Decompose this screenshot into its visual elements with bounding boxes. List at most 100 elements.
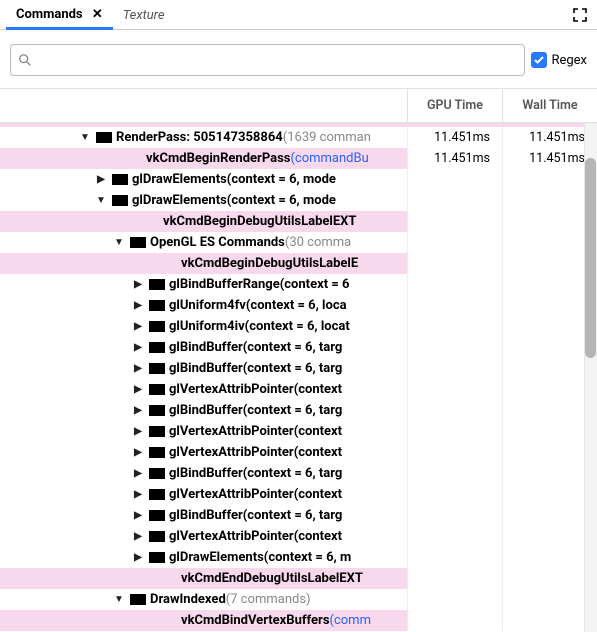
chevron-right-icon[interactable]: ▶ bbox=[133, 505, 143, 526]
table-row[interactable]: ▶vkCmdBeginDebugUtilsLabelEXT bbox=[0, 211, 597, 232]
table-row[interactable]: ▶glVertexAttribPointer(context bbox=[0, 526, 597, 547]
table-row[interactable]: ▶glUniform4iv(context = 6, locat bbox=[0, 316, 597, 337]
command-label: vkCmdBeginDebugUtilsLabelEXT bbox=[163, 211, 356, 232]
fullscreen-icon[interactable] bbox=[573, 8, 587, 22]
node-icon bbox=[149, 342, 165, 353]
table-row[interactable]: ▶glVertexAttribPointer(context bbox=[0, 379, 597, 400]
table-row[interactable]: ▶ glVertexAttribPointer(context bbox=[0, 421, 597, 442]
search-input[interactable] bbox=[10, 44, 525, 76]
table-row[interactable]: ▼RenderPass: 505147358864 (1639 comman11… bbox=[0, 127, 597, 148]
wall-time-cell bbox=[502, 421, 597, 442]
command-label: glBindBuffer(context = 6, targ bbox=[169, 337, 342, 358]
node-icon bbox=[149, 447, 165, 458]
chevron-down-icon[interactable]: ▼ bbox=[96, 190, 106, 211]
command-label: glBindBuffer(context = 6, targ bbox=[169, 463, 342, 484]
checkbox-checked-icon bbox=[531, 52, 547, 68]
column-name[interactable] bbox=[0, 89, 407, 122]
command-label: glBindBuffer(context = 6, targ bbox=[169, 400, 342, 421]
chevron-right-icon[interactable]: ▶ bbox=[133, 337, 143, 358]
node-icon bbox=[96, 132, 112, 143]
command-cell: ▶glVertexAttribPointer(context bbox=[0, 484, 407, 505]
chevron-right-icon[interactable]: ▶ bbox=[133, 316, 143, 337]
command-args-link[interactable]: (comm bbox=[330, 610, 371, 631]
command-label: glVertexAttribPointer(context bbox=[169, 442, 342, 463]
command-cell: ▶glDrawElements(context = 6, m bbox=[0, 547, 407, 568]
chevron-right-icon[interactable]: ▶ bbox=[133, 358, 143, 379]
command-args-link[interactable]: (commandBu bbox=[290, 148, 368, 169]
command-cell: ▶glVertexAttribPointer(context bbox=[0, 379, 407, 400]
table-row[interactable]: ▶vkCmdBeginDebugUtilsLabelE bbox=[0, 253, 597, 274]
wall-time-cell bbox=[502, 610, 597, 631]
wall-time-cell bbox=[502, 190, 597, 211]
table-row[interactable]: ▶glVertexAttribPointer(context bbox=[0, 484, 597, 505]
command-label: OpenGL ES Commands bbox=[150, 232, 285, 253]
chevron-down-icon[interactable]: ▼ bbox=[80, 127, 90, 148]
chevron-right-icon[interactable]: ▶ bbox=[133, 442, 143, 463]
table-row[interactable]: ▶ glBindBuffer(context = 6, targ bbox=[0, 400, 597, 421]
command-label: glBindBufferRange(context = 6 bbox=[169, 274, 350, 295]
table-row[interactable]: ▶vkCmdEndDebugUtilsLabelEXT bbox=[0, 568, 597, 589]
regex-toggle[interactable]: Regex bbox=[531, 52, 587, 68]
table-row[interactable]: ▶ glBindBuffer(context = 6, targ bbox=[0, 505, 597, 526]
chevron-right-icon[interactable]: ▶ bbox=[133, 526, 143, 547]
node-icon bbox=[149, 363, 165, 374]
chevron-right-icon[interactable]: ▶ bbox=[133, 547, 143, 568]
scrollbar[interactable] bbox=[584, 123, 597, 632]
chevron-right-icon[interactable]: ▶ bbox=[96, 169, 106, 190]
chevron-right-icon[interactable]: ▶ bbox=[133, 463, 143, 484]
table-row[interactable]: ▶glDrawElements(context = 6, m bbox=[0, 547, 597, 568]
command-label: glUniform4fv(context = 6, loca bbox=[169, 295, 347, 316]
gpu-time-cell: 11.451ms bbox=[407, 127, 502, 148]
node-icon bbox=[112, 195, 128, 206]
close-icon[interactable]: ✕ bbox=[92, 7, 103, 22]
wall-time-cell bbox=[502, 547, 597, 568]
command-cell: ▶ glBindBuffer(context = 6, targ bbox=[0, 505, 407, 526]
tab-texture[interactable]: Texture bbox=[113, 2, 175, 28]
chevron-right-icon[interactable]: ▶ bbox=[133, 295, 143, 316]
node-icon bbox=[149, 489, 165, 500]
table-row[interactable]: ▶glDrawElements(context = 6, mode bbox=[0, 169, 597, 190]
table-row[interactable]: ▶vkCmdBindVertexBuffers(comm bbox=[0, 610, 597, 631]
chevron-right-icon[interactable]: ▶ bbox=[133, 421, 143, 442]
command-cell: ▶vkCmdBindVertexBuffers(comm bbox=[0, 610, 407, 631]
gpu-time-cell bbox=[407, 421, 502, 442]
chevron-right-icon[interactable]: ▶ bbox=[133, 400, 143, 421]
chevron-down-icon[interactable]: ▼ bbox=[114, 232, 124, 253]
table-row[interactable]: ▶ glVertexAttribPointer(context bbox=[0, 442, 597, 463]
gpu-time-cell bbox=[407, 169, 502, 190]
wall-time-cell bbox=[502, 232, 597, 253]
table-body[interactable]: ▼RenderPass: 505147358864 (1639 comman11… bbox=[0, 123, 597, 632]
wall-time-cell bbox=[502, 379, 597, 400]
column-gpu-time[interactable]: GPU Time bbox=[407, 89, 502, 122]
node-icon bbox=[112, 174, 128, 185]
command-cell: ▶ glBindBuffer(context = 6, targ bbox=[0, 463, 407, 484]
command-cell: ▶ glBindBuffer(context = 6, targ bbox=[0, 337, 407, 358]
node-icon bbox=[149, 279, 165, 290]
table-row[interactable]: ▼glDrawElements(context = 6, mode bbox=[0, 190, 597, 211]
gpu-time-cell bbox=[407, 232, 502, 253]
command-label: vkCmdEndDebugUtilsLabelEXT bbox=[181, 568, 363, 589]
node-icon bbox=[149, 384, 165, 395]
table-row[interactable]: ▼DrawIndexed (7 commands) bbox=[0, 589, 597, 610]
table-row[interactable]: ▶ glBindBuffer(context = 6, targ bbox=[0, 337, 597, 358]
chevron-right-icon[interactable]: ▶ bbox=[133, 379, 143, 400]
table-row[interactable]: ▶ glBindBufferRange(context = 6 bbox=[0, 274, 597, 295]
chevron-right-icon[interactable]: ▶ bbox=[133, 484, 143, 505]
chevron-down-icon[interactable]: ▼ bbox=[114, 589, 124, 610]
column-wall-time[interactable]: Wall Time bbox=[502, 89, 597, 122]
table-row[interactable]: ▶glBindBuffer(context = 6, targ bbox=[0, 358, 597, 379]
table-row[interactable]: ▶ glUniform4fv(context = 6, loca bbox=[0, 295, 597, 316]
wall-time-cell bbox=[502, 463, 597, 484]
command-cell: ▶ glBindBuffer(context = 6, targ bbox=[0, 400, 407, 421]
node-icon bbox=[149, 510, 165, 521]
scrollbar-thumb[interactable] bbox=[585, 158, 596, 358]
command-label: glVertexAttribPointer(context bbox=[169, 421, 342, 442]
table-row[interactable]: ▶ glBindBuffer(context = 6, targ bbox=[0, 463, 597, 484]
table-row[interactable]: ▼OpenGL ES Commands (30 comma bbox=[0, 232, 597, 253]
command-label: glBindBuffer(context = 6, targ bbox=[169, 505, 342, 526]
gpu-time-cell bbox=[407, 568, 502, 589]
chevron-right-icon[interactable]: ▶ bbox=[133, 274, 143, 295]
search-row: Regex bbox=[0, 30, 597, 88]
tab-commands[interactable]: Commands ✕ bbox=[6, 1, 113, 30]
table-row[interactable]: ▶vkCmdBeginRenderPass(commandBu11.451ms1… bbox=[0, 148, 597, 169]
